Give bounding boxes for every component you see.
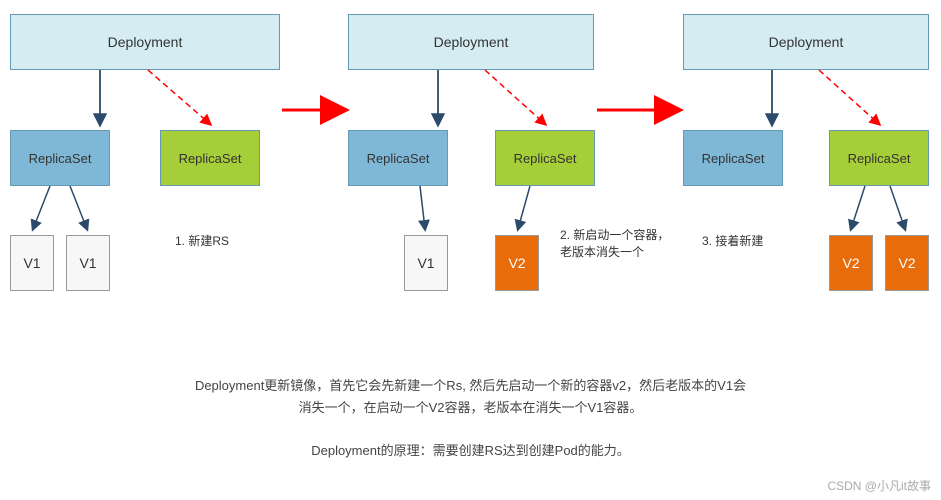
description-line3: Deployment的原理：需要创建RS达到创建Pod的能力。 <box>0 440 941 462</box>
note-3: 3. 接着新建 <box>702 233 763 250</box>
pod-v2-b: V2 <box>829 235 873 291</box>
arrow-rs1-pod1 <box>33 186 50 229</box>
replicaset-blue-3: ReplicaSet <box>683 130 783 186</box>
arrow-rs1-pod2 <box>70 186 87 229</box>
deployment-box-2: Deployment <box>348 14 594 70</box>
pod-v1-a: V1 <box>10 235 54 291</box>
arrows-layer <box>0 0 941 500</box>
deployment-box-1: Deployment <box>10 14 280 70</box>
arrow-rs6-podv2b <box>890 186 905 229</box>
arrow-rs4-podv2 <box>518 186 530 229</box>
pod-v1-c: V1 <box>404 235 448 291</box>
arrow-rs3-podv1 <box>420 186 425 229</box>
note-1: 1. 新建RS <box>175 233 229 250</box>
replicaset-green-3: ReplicaSet <box>829 130 929 186</box>
note-2-line1: 2. 新启动一个容器， <box>560 228 669 242</box>
note-2-line2: 老版本消失一个 <box>560 245 644 259</box>
arrow-dep1-rs2 <box>148 70 210 124</box>
description-line2: 消失一个，在启动一个V2容器，老版本在消失一个V1容器。 <box>0 397 941 419</box>
pod-v1-b: V1 <box>66 235 110 291</box>
replicaset-blue-2: ReplicaSet <box>348 130 448 186</box>
pod-v2-c: V2 <box>885 235 929 291</box>
replicaset-green-1: ReplicaSet <box>160 130 260 186</box>
watermark: CSDN @小凡it故事 <box>827 477 931 494</box>
replicaset-blue-1: ReplicaSet <box>10 130 110 186</box>
note-2: 2. 新启动一个容器， 老版本消失一个 <box>560 227 700 261</box>
description-line1: Deployment更新镜像，首先它会先新建一个Rs, 然后先启动一个新的容器v… <box>0 375 941 397</box>
arrow-rs6-podv2a <box>851 186 865 229</box>
deployment-box-3: Deployment <box>683 14 929 70</box>
replicaset-green-2: ReplicaSet <box>495 130 595 186</box>
arrow-dep2-rs4 <box>485 70 545 124</box>
arrow-dep3-rs6 <box>819 70 879 124</box>
pod-v2-a: V2 <box>495 235 539 291</box>
